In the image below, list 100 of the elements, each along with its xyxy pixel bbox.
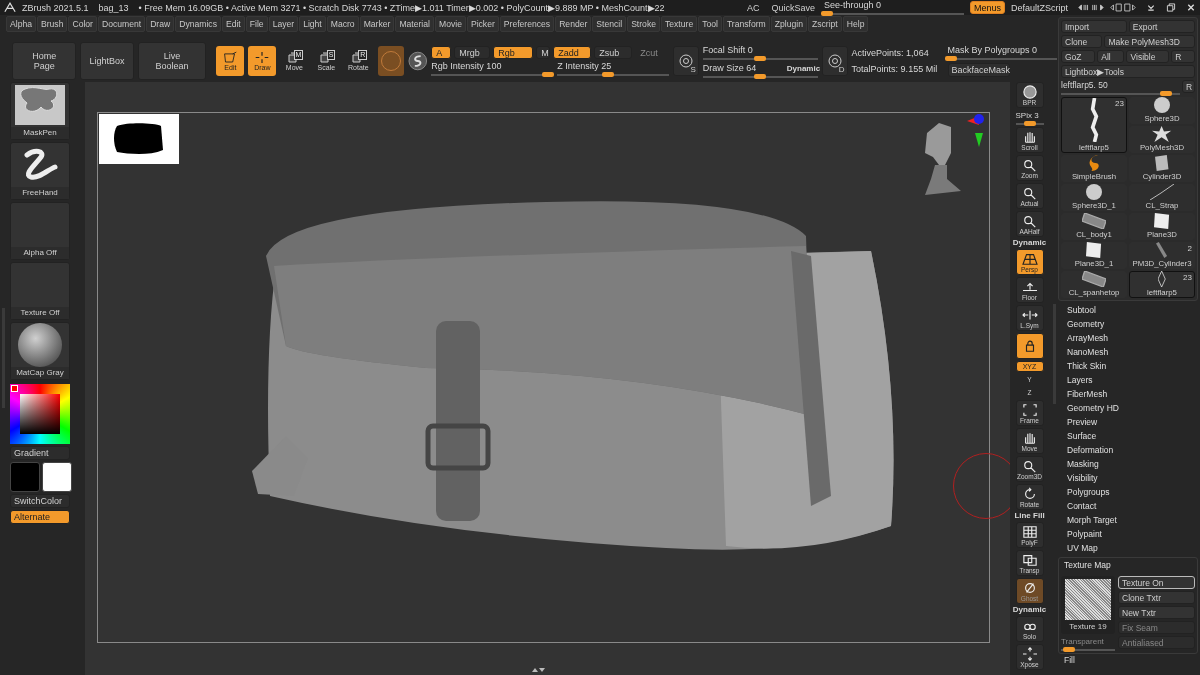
section-header[interactable]: Layers	[1064, 373, 1198, 387]
spix-slider[interactable]: SPix 3	[1015, 110, 1044, 125]
channel-toggle[interactable]: Zadd	[553, 46, 592, 59]
channel-toggle[interactable]: Rgb	[493, 46, 534, 59]
section-header[interactable]: Morph Target	[1064, 513, 1198, 527]
menu-item[interactable]: Material	[395, 15, 434, 32]
tool-button[interactable]: R	[1171, 50, 1195, 63]
menu-item[interactable]: Stroke	[627, 15, 660, 32]
menu-item[interactable]: Picker	[466, 15, 499, 32]
section-header[interactable]: UV Map	[1064, 541, 1198, 555]
palette-thumbnail[interactable]: MaskPen	[10, 82, 70, 140]
slider-thumb[interactable]	[601, 72, 614, 77]
material-swatch[interactable]	[378, 46, 404, 76]
menu-item[interactable]: Transform	[722, 15, 770, 32]
menu-item[interactable]: Help	[842, 15, 869, 32]
menu-item[interactable]: File	[245, 15, 268, 32]
menu-item[interactable]: Render	[555, 15, 592, 32]
texture-thumbnail[interactable]: Texture 19	[1061, 576, 1115, 634]
section-header[interactable]: Surface	[1064, 429, 1198, 443]
slider-thumb[interactable]	[944, 56, 957, 61]
channel-toggle[interactable]: M	[536, 46, 551, 59]
menu-item[interactable]: Draw	[146, 15, 175, 32]
section-header[interactable]: Geometry	[1064, 317, 1198, 331]
menu-item[interactable]: Preferences	[499, 15, 555, 32]
menu-item[interactable]: Brush	[37, 15, 68, 32]
slider-thumb[interactable]	[754, 55, 767, 61]
tool-button[interactable]: Export	[1128, 20, 1195, 33]
slider-thumb[interactable]	[754, 73, 767, 79]
gradient-button[interactable]: Gradient	[10, 446, 70, 460]
section-header[interactable]: Thick Skin	[1064, 359, 1198, 373]
color-swatch[interactable]	[42, 462, 72, 492]
nav-button[interactable]: Live Boolean	[137, 42, 207, 80]
channel-toggle[interactable]: A	[431, 46, 452, 59]
slider-thumb[interactable]	[1023, 121, 1036, 126]
slider-thumb[interactable]	[541, 72, 554, 77]
palette-thumbnail[interactable]: Alpha Off	[10, 202, 70, 260]
section-header[interactable]: Contact	[1064, 499, 1198, 513]
fill-section-header[interactable]: Fill	[1058, 655, 1198, 665]
menu-item[interactable]: Color	[68, 15, 97, 32]
menu-item[interactable]: Zscript	[807, 15, 842, 32]
tool-button[interactable]: Visible	[1126, 50, 1170, 63]
section-header[interactable]: NanoMesh	[1064, 345, 1198, 359]
palette-thumbnail[interactable]: Texture Off	[10, 262, 70, 320]
menu-item[interactable]: Marker	[359, 15, 395, 32]
switch-color-button[interactable]: SwitchColor	[10, 494, 70, 508]
menu-item[interactable]: Document	[98, 15, 146, 32]
section-header[interactable]: Polypaint	[1064, 527, 1198, 541]
section-header[interactable]: Preview	[1064, 415, 1198, 429]
menu-item[interactable]: Edit	[221, 15, 245, 32]
section-header[interactable]: Deformation	[1064, 443, 1198, 457]
see-through-slider[interactable]: See-through 0	[823, 0, 964, 15]
menu-item[interactable]: Texture	[661, 15, 698, 32]
slider-thumb[interactable]	[820, 11, 833, 16]
tool-button[interactable]: Lightbox▶Tools	[1061, 65, 1195, 78]
section-header[interactable]: Subtool	[1064, 303, 1198, 317]
dynamic-label[interactable]: Dynamic	[786, 63, 821, 73]
tool-slider[interactable]: leftflarp5. 50	[1061, 80, 1180, 95]
close-icon[interactable]	[1186, 3, 1196, 12]
menu-item[interactable]: Zplugin	[770, 15, 807, 32]
title-button[interactable]: QuickSave	[768, 1, 818, 14]
palette-thumbnail[interactable]: FreeHand	[10, 142, 70, 200]
section-header[interactable]: Polygroups	[1064, 485, 1198, 499]
title-button[interactable]: AC	[743, 1, 763, 14]
menu-item[interactable]: Stencil	[592, 15, 627, 32]
scroll-arrows-icon[interactable]	[1078, 3, 1104, 12]
mask-slider[interactable]: Mask By Polygroups 0	[947, 45, 1057, 60]
texture-button[interactable]: New Txtr	[1118, 606, 1195, 619]
points-button[interactable]: D	[822, 46, 848, 76]
menu-item[interactable]: Macro	[326, 15, 359, 32]
tool-button[interactable]: Clone	[1061, 35, 1103, 48]
layout-icon[interactable]	[1110, 3, 1136, 12]
tool-button[interactable]: Import	[1061, 20, 1127, 33]
texture-button[interactable]: Texture On	[1118, 576, 1195, 589]
focal-button[interactable]: S	[673, 46, 699, 76]
menu-item[interactable]: Light	[299, 15, 326, 32]
menu-item[interactable]: Tool	[698, 15, 722, 32]
tool-button[interactable]: All	[1097, 50, 1125, 63]
section-header[interactable]: Masking	[1064, 457, 1198, 471]
section-header[interactable]: Texture Map	[1061, 560, 1195, 574]
intensity-slider[interactable]: Rgb Intensity 100	[431, 61, 552, 76]
tool-button[interactable]: Make PolyMesh3D	[1104, 35, 1195, 48]
color-picker[interactable]	[10, 384, 70, 444]
expand-arrows-icon[interactable]	[531, 667, 545, 673]
brush-slider[interactable]: Focal Shift 0	[702, 44, 819, 60]
menu-item[interactable]: Alpha	[6, 15, 36, 32]
palette-thumbnail[interactable]: MatCap Gray	[10, 322, 70, 380]
minimize-icon[interactable]	[1146, 3, 1156, 12]
menus-button[interactable]: Menus	[969, 1, 1005, 14]
menu-item[interactable]: Movie	[435, 15, 466, 32]
tool-button[interactable]: GoZ	[1061, 50, 1096, 63]
section-header[interactable]: FiberMesh	[1064, 387, 1198, 401]
menu-item[interactable]: Dynamics	[175, 15, 221, 32]
intensity-slider[interactable]: Z Intensity 25	[557, 61, 670, 76]
backface-mask-button[interactable]: BackfaceMask	[947, 63, 1010, 77]
slider-thumb[interactable]	[1159, 91, 1172, 96]
stroke-circle-icon[interactable]	[407, 51, 428, 71]
section-header[interactable]: Geometry HD	[1064, 401, 1198, 415]
section-header[interactable]: ArrayMesh	[1064, 331, 1198, 345]
channel-toggle[interactable]: Mrgb	[454, 46, 491, 59]
alternate-button[interactable]: Alternate	[10, 510, 70, 524]
